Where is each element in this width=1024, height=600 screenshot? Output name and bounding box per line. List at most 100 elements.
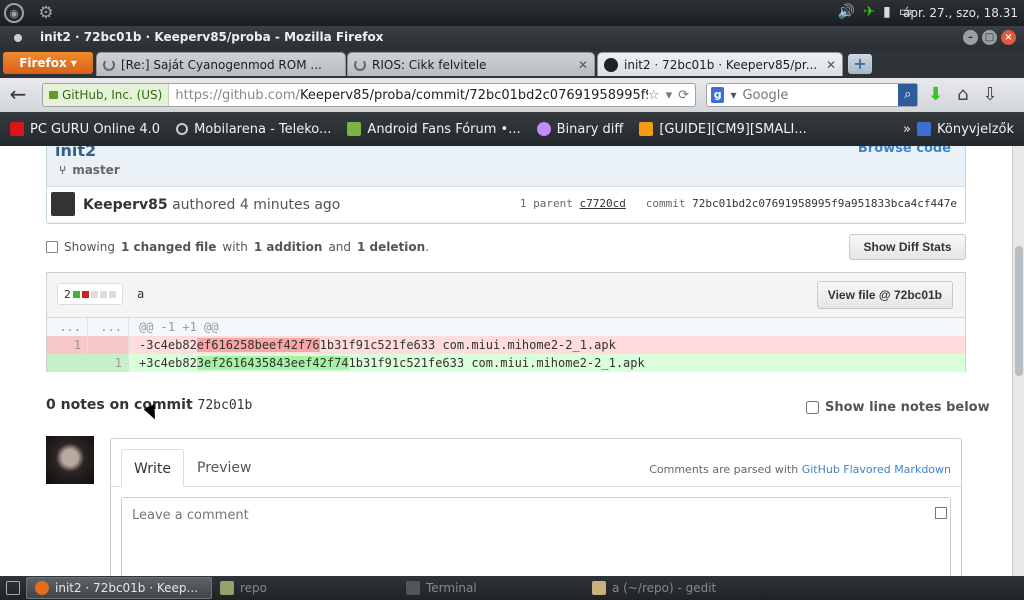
- downloads-panel-icon[interactable]: ⇩: [983, 84, 998, 105]
- task-label: repo: [240, 581, 268, 595]
- task-firefox[interactable]: init2 · 72bc01b · Keep...: [26, 577, 212, 599]
- task-terminal[interactable]: Terminal: [398, 577, 584, 599]
- tab-label: init2 · 72bc01b · Keeperv85/pr...: [624, 57, 818, 72]
- bookmark-mobilarena[interactable]: Mobilarena - Teleko...: [172, 122, 335, 137]
- toc-toggle-icon[interactable]: [46, 241, 58, 253]
- tab-rios[interactable]: RIOS: Cikk felvitele ✕: [347, 52, 595, 76]
- download-icon[interactable]: ⬇: [928, 84, 943, 105]
- bookmark-star-icon[interactable]: ☆: [648, 88, 660, 103]
- bookmark-binarydiff[interactable]: Binary diff: [533, 122, 628, 137]
- line-number-new[interactable]: 1: [87, 354, 129, 372]
- page-scrollbar[interactable]: [1012, 146, 1024, 576]
- changed-files-link[interactable]: 1 changed file: [121, 240, 216, 254]
- task-gedit[interactable]: a (~/repo) - gedit: [584, 577, 770, 599]
- search-icon[interactable]: ⌕: [898, 84, 917, 106]
- line-number-new[interactable]: ...: [87, 318, 129, 336]
- commit-label: commit: [645, 197, 686, 210]
- line-number-new: [87, 336, 129, 354]
- show-desktop-button[interactable]: [0, 577, 26, 599]
- google-engine-icon[interactable]: g: [711, 87, 725, 103]
- bookmark-pcguru[interactable]: PC GURU Online 4.0: [6, 122, 164, 137]
- summary-text: with: [222, 240, 248, 254]
- menu-logo-icon[interactable]: ◉: [4, 3, 24, 23]
- bookmark-guide[interactable]: [GUIDE][CM9][SMALI...: [635, 122, 810, 137]
- bookmark-androidfans[interactable]: Android Fans Fórum •...: [343, 122, 524, 137]
- task-label: a (~/repo) - gedit: [612, 581, 717, 595]
- new-tab-button[interactable]: +: [848, 54, 872, 74]
- github-icon: [604, 57, 618, 72]
- fullscreen-icon[interactable]: [935, 507, 947, 519]
- bookmarks-folder-icon: [917, 122, 932, 136]
- url-bar[interactable]: GitHub, Inc. (US) https://github.com/Kee…: [42, 83, 696, 107]
- engine-dropdown-icon[interactable]: ▾: [730, 88, 736, 102]
- commit-author: Keeperv85 authored 4 minutes ago: [83, 197, 340, 213]
- summary-text: Showing: [64, 240, 115, 254]
- android-icon: [347, 122, 362, 136]
- comment-textarea[interactable]: [121, 497, 951, 576]
- gear-icon[interactable]: ⚙: [36, 3, 56, 23]
- neutral-block: [100, 290, 107, 298]
- tab-cyanogenmod[interactable]: [Re:] Saját Cyanogenmod ROM ...: [96, 52, 346, 76]
- back-button[interactable]: ←: [6, 83, 30, 107]
- markdown-help-link[interactable]: GitHub Flavored Markdown: [802, 463, 951, 476]
- window-title: init2 · 72bc01b · Keeperv85/proba - Mozi…: [40, 30, 384, 44]
- tab-label: RIOS: Cikk felvitele: [372, 57, 487, 72]
- deleted-line: 1 -3c4eb82ef616258beef42f761b31f91c521fe…: [47, 336, 965, 354]
- firefox-menu-button[interactable]: Firefox ▾: [3, 52, 93, 74]
- show-diff-stats-button[interactable]: Show Diff Stats: [849, 234, 966, 260]
- file-diff: 2 a View file @ 72bc01b ... ... @@ -1 +1…: [46, 272, 966, 372]
- window-title-bar: init2 · 72bc01b · Keeperv85/proba - Mozi…: [0, 26, 1024, 50]
- branch-label[interactable]: ⑂ master: [59, 163, 120, 177]
- home-icon[interactable]: ⌂: [957, 84, 968, 105]
- authored-time: authored 4 minutes ago: [172, 197, 341, 213]
- taskbar: init2 · 72bc01b · Keep... repo Terminal …: [0, 576, 1024, 600]
- minimize-button[interactable]: –: [963, 30, 978, 45]
- tab-write[interactable]: Write: [121, 449, 184, 487]
- reload-icon[interactable]: ⟳: [678, 88, 689, 103]
- close-tab-icon[interactable]: ✕: [826, 58, 836, 72]
- volume-icon[interactable]: 🔊: [838, 4, 855, 20]
- search-input[interactable]: [742, 87, 893, 103]
- line-number-old[interactable]: 1: [47, 336, 87, 354]
- bookmarks-toolbar: PC GURU Online 4.0 Mobilarena - Teleko..…: [0, 112, 1024, 146]
- folder-icon: [220, 581, 234, 595]
- navigation-toolbar: ← GitHub, Inc. (US) https://github.com/K…: [0, 78, 1024, 112]
- url-text[interactable]: https://github.com/Keeperv85/proba/commi…: [169, 88, 648, 103]
- user-avatar[interactable]: [46, 436, 94, 484]
- search-bar[interactable]: g ▾ ⌕: [706, 83, 918, 107]
- signal-icon[interactable]: ▮: [883, 4, 891, 20]
- hunk-text: @@ -1 +1 @@: [139, 320, 219, 334]
- commit-header-box: init2 Browse code ⑂ master Keeperv85 aut…: [46, 146, 966, 224]
- author-avatar[interactable]: [51, 192, 75, 216]
- browse-code-link[interactable]: Browse code: [858, 146, 951, 156]
- network-icon[interactable]: ✈: [863, 4, 875, 20]
- maximize-button[interactable]: □: [982, 30, 997, 45]
- close-window-button[interactable]: ×: [1001, 30, 1016, 45]
- code-segment: 1b31f91c521fe633 com.miui.mihome2-2_1.ap…: [348, 356, 645, 370]
- line-number-old: [47, 354, 87, 372]
- task-repo[interactable]: repo: [212, 577, 398, 599]
- close-tab-icon[interactable]: ✕: [578, 58, 588, 72]
- site-identity[interactable]: GitHub, Inc. (US): [43, 84, 170, 106]
- window-menu-icon[interactable]: [14, 34, 22, 42]
- line-notes-checkbox[interactable]: [806, 401, 819, 414]
- parent-sha-link[interactable]: c7720cd: [579, 197, 625, 210]
- line-notes-toggle[interactable]: Show line notes below: [806, 400, 990, 415]
- tab-preview[interactable]: Preview: [185, 449, 264, 487]
- mobilarena-icon: [176, 123, 189, 135]
- system-top-panel: ◉ ⚙ 🔊 ✈ ▮ ▭ ápr. 27., szo, 18.31: [0, 0, 1024, 26]
- bookmarks-menu[interactable]: » Könyvjelzők: [899, 122, 1018, 137]
- view-file-button[interactable]: View file @ 72bc01b: [816, 281, 953, 309]
- tab-github-commit[interactable]: init2 · 72bc01b · Keeperv85/pr... ✕: [597, 52, 843, 76]
- bookmark-label: Binary diff: [556, 121, 624, 137]
- line-number-old[interactable]: ...: [47, 318, 87, 336]
- show-desktop-icon: [6, 581, 20, 595]
- firefox-menu-label: Firefox: [19, 56, 67, 70]
- scrollbar-thumb[interactable]: [1015, 246, 1023, 376]
- history-dropdown-icon[interactable]: ▾: [666, 88, 673, 103]
- deletion-block: [82, 290, 89, 298]
- bookmark-label: [GUIDE][CM9][SMALI...: [659, 121, 807, 137]
- terminal-icon: [406, 581, 420, 595]
- author-name-link[interactable]: Keeperv85: [83, 197, 168, 213]
- system-clock[interactable]: ápr. 27., szo, 18.31: [903, 6, 1018, 20]
